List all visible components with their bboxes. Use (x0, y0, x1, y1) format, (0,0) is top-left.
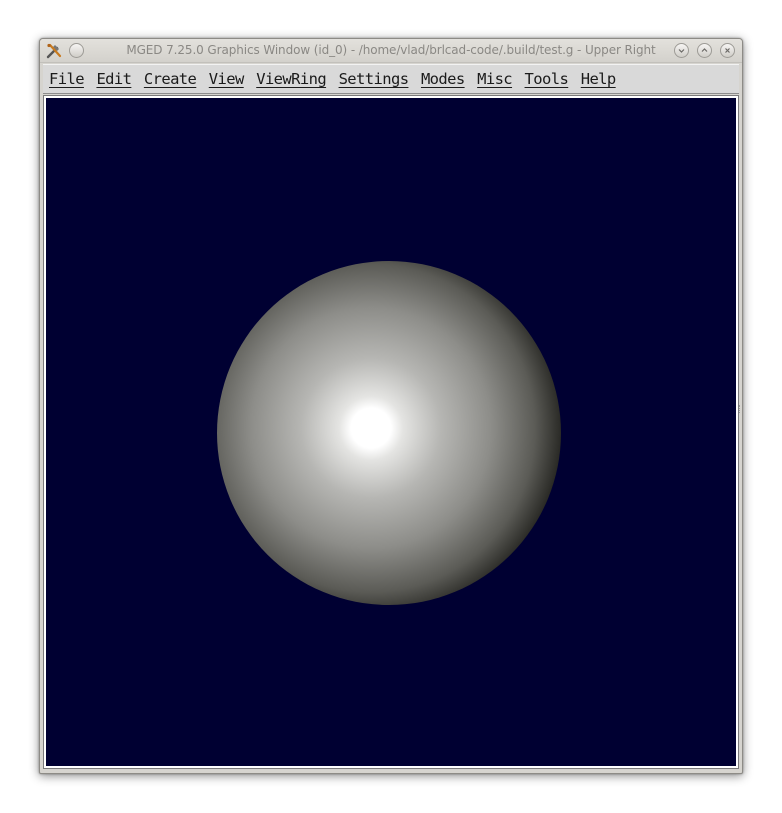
minimize-icon[interactable] (674, 43, 689, 58)
mged-graphics-window: MGED 7.25.0 Graphics Window (id_0) - /ho… (39, 38, 743, 774)
menu-create[interactable]: Create (144, 70, 197, 88)
menu-misc[interactable]: Misc (477, 70, 513, 88)
close-icon[interactable] (720, 43, 735, 58)
menu-modes[interactable]: Modes (421, 70, 465, 88)
menu-viewring[interactable]: ViewRing (256, 70, 326, 88)
window-menu-icon[interactable] (69, 43, 84, 58)
menu-edit[interactable]: Edit (96, 70, 132, 88)
tools-icon[interactable] (45, 42, 63, 60)
window-title: MGED 7.25.0 Graphics Window (id_0) - /ho… (126, 43, 656, 57)
title-bar[interactable]: MGED 7.25.0 Graphics Window (id_0) - /ho… (40, 39, 742, 63)
shaded-sphere (217, 261, 561, 605)
graphics-canvas[interactable] (46, 98, 736, 766)
menu-settings[interactable]: Settings (339, 70, 409, 88)
menu-help[interactable]: Help (581, 70, 617, 88)
menu-view[interactable]: View (209, 70, 245, 88)
menu-bar: File Edit Create View ViewRing Settings … (43, 64, 739, 94)
resize-grip[interactable] (739, 405, 742, 413)
graphics-canvas-frame (43, 95, 739, 769)
maximize-icon[interactable] (697, 43, 712, 58)
menu-file[interactable]: File (49, 70, 85, 88)
menu-tools[interactable]: Tools (525, 70, 569, 88)
